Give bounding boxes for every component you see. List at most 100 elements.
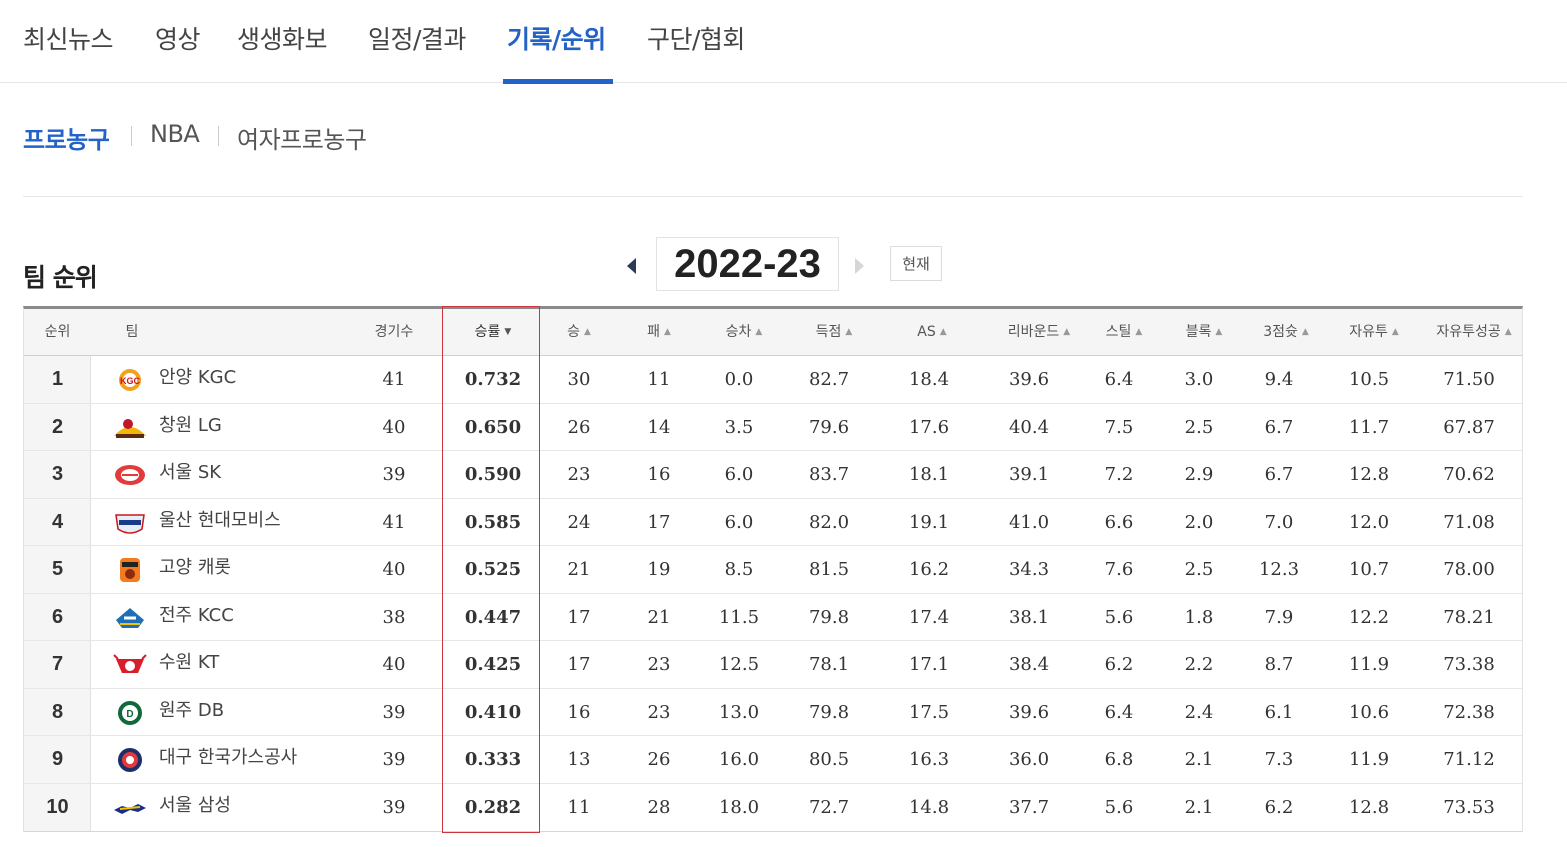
table-row: 4 울산 현대모비스 41 0.585 24 17 6.0 82.0 19.1 41.0 6.6 2.… [24, 498, 1522, 546]
team-name-link[interactable]: 안양 KGC [159, 356, 359, 403]
cell-pct: 0.282 [464, 796, 522, 818]
section-divider [23, 196, 1523, 197]
kcc-logo-icon[interactable] [112, 604, 148, 632]
sort-up-icon: ▲ [663, 327, 671, 337]
col-games-behind[interactable]: 승차 ▲ [704, 309, 784, 356]
team-name-link[interactable]: 원주 DB [159, 689, 359, 736]
kt-logo-icon[interactable] [112, 651, 148, 679]
carrot-logo-icon[interactable] [112, 556, 148, 584]
cell-as: 18.4 [908, 369, 950, 390]
subtab-wkbl[interactable]: 여자프로농구 [237, 120, 367, 155]
cell-ft: 12.0 [1348, 511, 1390, 533]
cell-stl: 6.2 [1104, 654, 1134, 675]
col-assists[interactable]: AS ▲ [892, 309, 972, 356]
cell-ft: 10.6 [1348, 701, 1390, 723]
cell-tp: 12.3 [1258, 559, 1300, 580]
cell-games: 39 [382, 796, 406, 818]
col-games: 경기수 [374, 324, 414, 340]
cell-w: 17 [567, 606, 591, 628]
current-season-button[interactable]: 현재 [890, 246, 942, 281]
team-name-link[interactable]: 전주 KCC [159, 594, 359, 641]
team-name-link[interactable]: 고양 캐롯 [159, 546, 359, 593]
cell-gb: 8.5 [724, 559, 754, 580]
cell-blk: 3.0 [1184, 369, 1214, 390]
cell-as: 17.4 [908, 606, 950, 628]
cell-w: 21 [567, 559, 591, 580]
rank-cell: 1 [51, 368, 64, 390]
next-season-arrow-icon[interactable] [855, 258, 864, 274]
team-name-link[interactable]: 서울 SK [159, 451, 359, 498]
cell-blk: 1.8 [1184, 606, 1214, 628]
lg-logo-icon[interactable] [112, 414, 148, 442]
cell-l: 16 [647, 464, 671, 485]
cell-ftp: 71.08 [1443, 511, 1495, 533]
team-name-link[interactable]: 울산 현대모비스 [159, 499, 359, 546]
cell-ft: 12.8 [1348, 796, 1390, 818]
subtab-nba[interactable]: NBA [150, 120, 200, 148]
sk-logo-icon[interactable] [112, 461, 148, 489]
sort-up-icon: ▲ [1063, 327, 1071, 337]
cell-ft: 10.7 [1348, 559, 1390, 580]
cell-reb: 38.4 [1008, 654, 1050, 675]
cell-as: 17.5 [908, 701, 950, 723]
tab-schedule[interactable]: 일정/결과 [368, 20, 466, 56]
kogas-logo-icon[interactable] [112, 746, 148, 774]
db-logo-icon[interactable]: D [112, 699, 148, 727]
table-row: 2 창원 LG 40 0.650 26 14 3.5 79.6 17.6 40.4 7.5 2.5 6.… [24, 403, 1522, 451]
standings-table: 순위 팀 경기수 승률 ▼ 승 ▲ 패 ▲ 승차 ▲ 득점 ▲ AS ▲ 리바운드 ▲ 스틸 ▲… [23, 306, 1523, 832]
tab-records[interactable]: 기록/순위 [507, 20, 606, 56]
cell-gb: 3.5 [724, 416, 754, 438]
rank-cell: 2 [51, 415, 64, 438]
team-name-link[interactable]: 창원 LG [159, 404, 359, 451]
tab-video[interactable]: 영상 [155, 20, 201, 56]
cell-games: 40 [382, 416, 406, 438]
rank-cell: 8 [51, 700, 64, 723]
col-points[interactable]: 득점 ▲ [794, 309, 874, 356]
cell-reb: 39.6 [1008, 369, 1050, 390]
divider [218, 126, 219, 146]
team-name-link[interactable]: 대구 한국가스공사 [159, 736, 359, 783]
col-three-pointers[interactable]: 3점슛 ▲ [1246, 309, 1326, 356]
subtab-kbl[interactable]: 프로농구 [23, 120, 110, 155]
col-free-throw-made[interactable]: 자유투성공 ▲ [1424, 309, 1524, 356]
cell-pct: 0.525 [464, 559, 522, 580]
table-body: 1 KGC 안양 KGC 41 0.732 30 11 0.0 82.7 18.4 39.6 6.4 3… [24, 356, 1522, 831]
cell-reb: 37.7 [1008, 796, 1050, 818]
col-blocks[interactable]: 블록 ▲ [1169, 309, 1239, 356]
tab-latest-news[interactable]: 최신뉴스 [23, 20, 114, 56]
table-row: 8 D 원주 DB 39 0.410 16 23 13.0 79.8 17.5 39.6 6.4 2.4… [24, 688, 1522, 736]
cell-ftp: 71.12 [1443, 749, 1495, 770]
samsung-logo-icon[interactable] [112, 794, 148, 822]
tab-teams[interactable]: 구단/협회 [647, 20, 745, 56]
season-selector[interactable]: 2022-23 [656, 237, 839, 291]
svg-text:KGC: KGC [120, 376, 141, 386]
cell-blk: 2.0 [1184, 511, 1214, 533]
table-row: 3 서울 SK 39 0.590 23 16 6.0 83.7 18.1 39.1 7.2 2.9 6.… [24, 451, 1522, 499]
mobis-logo-icon[interactable] [112, 509, 148, 537]
cell-tp: 8.7 [1264, 654, 1294, 675]
cell-blk: 2.2 [1184, 654, 1214, 675]
cell-blk: 2.4 [1184, 701, 1214, 723]
col-steals[interactable]: 스틸 ▲ [1089, 309, 1159, 356]
table-row: 10 서울 삼성 39 0.282 11 28 18.0 72.7 14.8 37.7 5.6 2.1… [24, 783, 1522, 831]
sort-up-icon: ▲ [1504, 327, 1512, 337]
tab-photos[interactable]: 생생화보 [237, 20, 328, 56]
cell-gb: 11.5 [718, 606, 760, 628]
kgc-logo-icon[interactable]: KGC [112, 366, 148, 394]
col-rebounds[interactable]: 리바운드 ▲ [984, 309, 1094, 356]
team-name-link[interactable]: 수원 KT [159, 641, 359, 688]
prev-season-arrow-icon[interactable] [627, 258, 636, 274]
cell-gb: 18.0 [718, 796, 760, 818]
col-free-throws[interactable]: 자유투 ▲ [1334, 309, 1414, 356]
col-wins[interactable]: 승 ▲ [544, 309, 614, 356]
cell-games: 39 [382, 701, 406, 723]
team-name-link[interactable]: 서울 삼성 [159, 784, 359, 831]
col-losses[interactable]: 패 ▲ [624, 309, 694, 356]
col-win-pct[interactable]: 승률 ▼ [444, 309, 542, 356]
cell-as: 18.1 [908, 464, 950, 485]
cell-pts: 79.8 [808, 606, 850, 628]
cell-gb: 16.0 [718, 749, 760, 770]
cell-blk: 2.1 [1184, 796, 1214, 818]
rank-cell: 7 [51, 653, 64, 675]
cell-tp: 9.4 [1264, 369, 1294, 390]
